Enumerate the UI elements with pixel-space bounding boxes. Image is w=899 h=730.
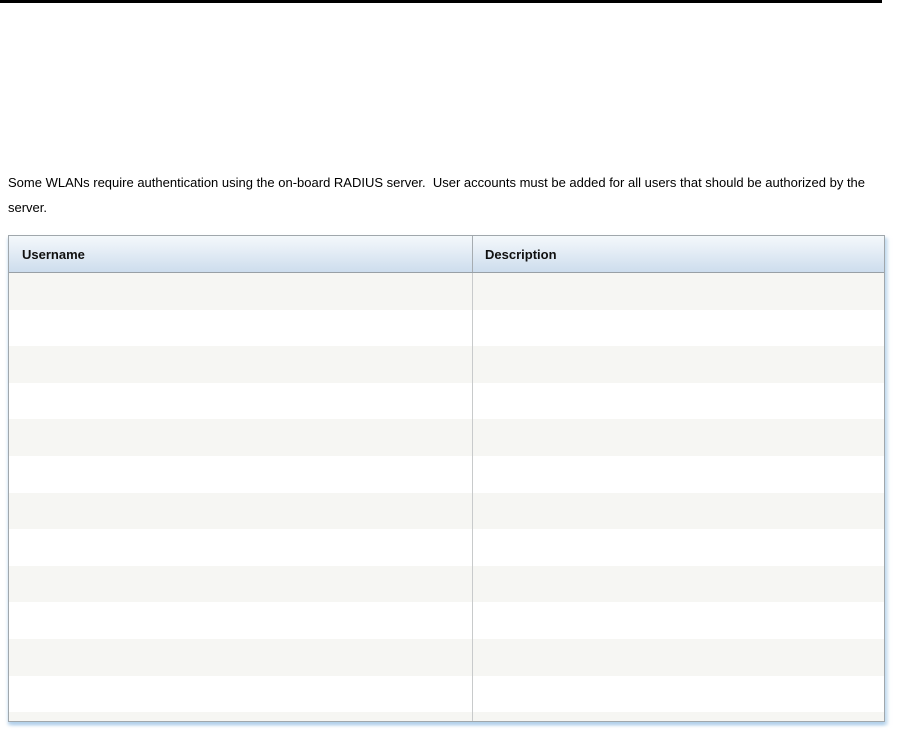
cell-description[interactable] — [473, 456, 884, 493]
cell-description[interactable] — [473, 602, 884, 639]
cell-description[interactable] — [473, 346, 884, 383]
user-accounts-table[interactable]: Username Description — [8, 235, 885, 722]
column-header-username[interactable]: Username — [9, 236, 473, 272]
cell-username[interactable] — [9, 382, 473, 420]
table-row[interactable] — [9, 455, 884, 493]
table-row[interactable] — [9, 419, 884, 456]
table-row[interactable] — [9, 602, 884, 639]
table-row[interactable] — [9, 529, 884, 566]
top-divider — [0, 0, 882, 3]
table-row[interactable] — [9, 346, 884, 383]
cell-username[interactable] — [9, 455, 473, 493]
cell-username[interactable] — [9, 638, 473, 676]
cell-username[interactable] — [9, 309, 473, 347]
cell-username[interactable] — [9, 529, 473, 566]
cell-description[interactable] — [473, 676, 884, 713]
cell-username[interactable] — [9, 273, 473, 310]
cell-description[interactable] — [473, 383, 884, 420]
cell-username[interactable] — [9, 492, 473, 530]
table-header-row: Username Description — [9, 236, 884, 273]
cell-description[interactable] — [473, 712, 884, 721]
table-row[interactable] — [9, 273, 884, 310]
cell-description[interactable] — [473, 419, 884, 456]
table-row[interactable] — [9, 382, 884, 420]
table-row[interactable] — [9, 492, 884, 530]
cell-username[interactable] — [9, 675, 473, 713]
radius-user-accounts-page: Some WLANs require authentication using … — [0, 0, 899, 730]
table-row[interactable] — [9, 638, 884, 676]
cell-username[interactable] — [9, 712, 473, 721]
column-header-description[interactable]: Description — [473, 236, 884, 272]
cell-username[interactable] — [9, 602, 473, 639]
cell-description[interactable] — [473, 639, 884, 676]
table-row[interactable] — [9, 675, 884, 713]
cell-username[interactable] — [9, 346, 473, 383]
cell-username[interactable] — [9, 419, 473, 456]
cell-description[interactable] — [473, 273, 884, 310]
cell-description[interactable] — [473, 493, 884, 530]
table-row[interactable] — [9, 712, 884, 721]
cell-description[interactable] — [473, 529, 884, 566]
cell-description[interactable] — [473, 566, 884, 603]
cell-description[interactable] — [473, 310, 884, 347]
table-body[interactable] — [9, 273, 884, 721]
intro-text: Some WLANs require authentication using … — [8, 175, 869, 215]
table-row[interactable] — [9, 565, 884, 603]
table-row[interactable] — [9, 309, 884, 347]
cell-username[interactable] — [9, 565, 473, 603]
